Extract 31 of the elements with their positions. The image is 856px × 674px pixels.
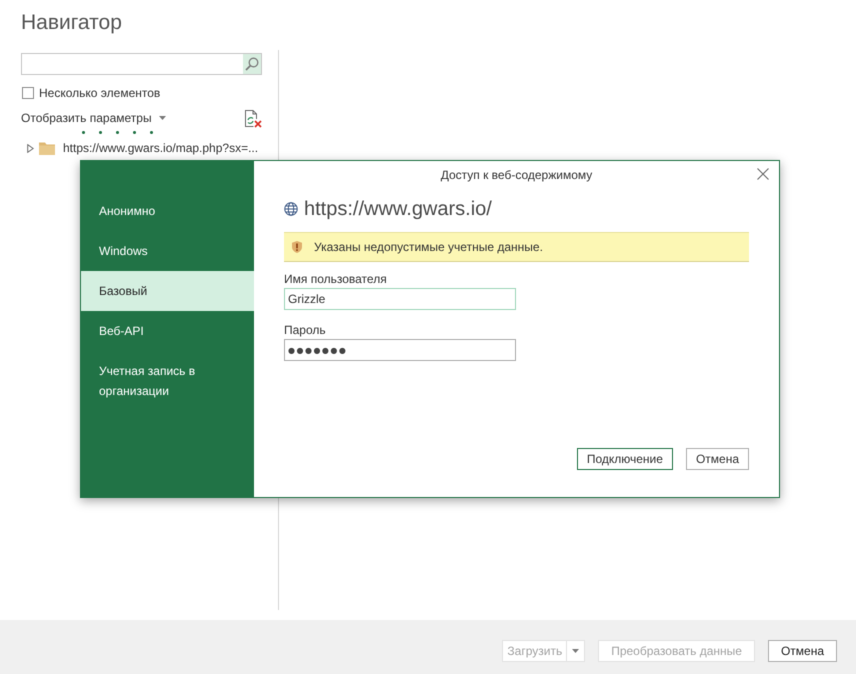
url-heading: https://www.gwars.io/: [304, 197, 492, 222]
auth-method-tab[interactable]: Анонимно: [81, 191, 254, 231]
footer-button[interactable]: Отмена: [768, 640, 837, 662]
navigator-title: Навигатор: [21, 10, 122, 36]
close-icon[interactable]: [757, 168, 769, 180]
checkbox-label: Несколько элементов: [39, 86, 160, 100]
expand-arrow-icon[interactable]: [27, 144, 34, 152]
warning-text: Указаны недопустимые учетные данные.: [314, 240, 543, 254]
caret-icon: [158, 116, 166, 120]
globe-icon: [284, 202, 298, 216]
tree-item-label[interactable]: https://www.gwars.io/map.php?sx=...: [63, 141, 258, 155]
search-field[interactable]: [21, 53, 262, 75]
password-field[interactable]: ●●●●●●●: [284, 339, 516, 361]
field-label: Имя пользователя: [284, 272, 387, 286]
display-options-dropdown[interactable]: Отобразить параметры: [21, 111, 166, 125]
folder-icon: [39, 142, 55, 154]
search-icon: [245, 57, 259, 71]
username-field[interactable]: Grizzle: [284, 288, 516, 310]
caret-icon: [572, 649, 580, 653]
dialog-title: Доступ к веб-содержимому: [440, 167, 594, 183]
checkbox[interactable]: [22, 87, 34, 99]
document-x-icon[interactable]: [244, 108, 262, 128]
dialog-button[interactable]: Отмена: [686, 448, 749, 470]
warning-shield-icon: [292, 241, 302, 253]
dialog-button[interactable]: Подключение: [576, 448, 673, 470]
auth-method-tab[interactable]: Базовый: [81, 271, 254, 311]
auth-method-tab[interactable]: Веб-API: [81, 311, 254, 351]
auth-method-tab[interactable]: Учетная запись в организации: [81, 351, 254, 411]
search-button[interactable]: [243, 54, 261, 74]
auth-method-tab[interactable]: Windows: [81, 231, 254, 271]
field-label: Пароль: [284, 323, 326, 337]
